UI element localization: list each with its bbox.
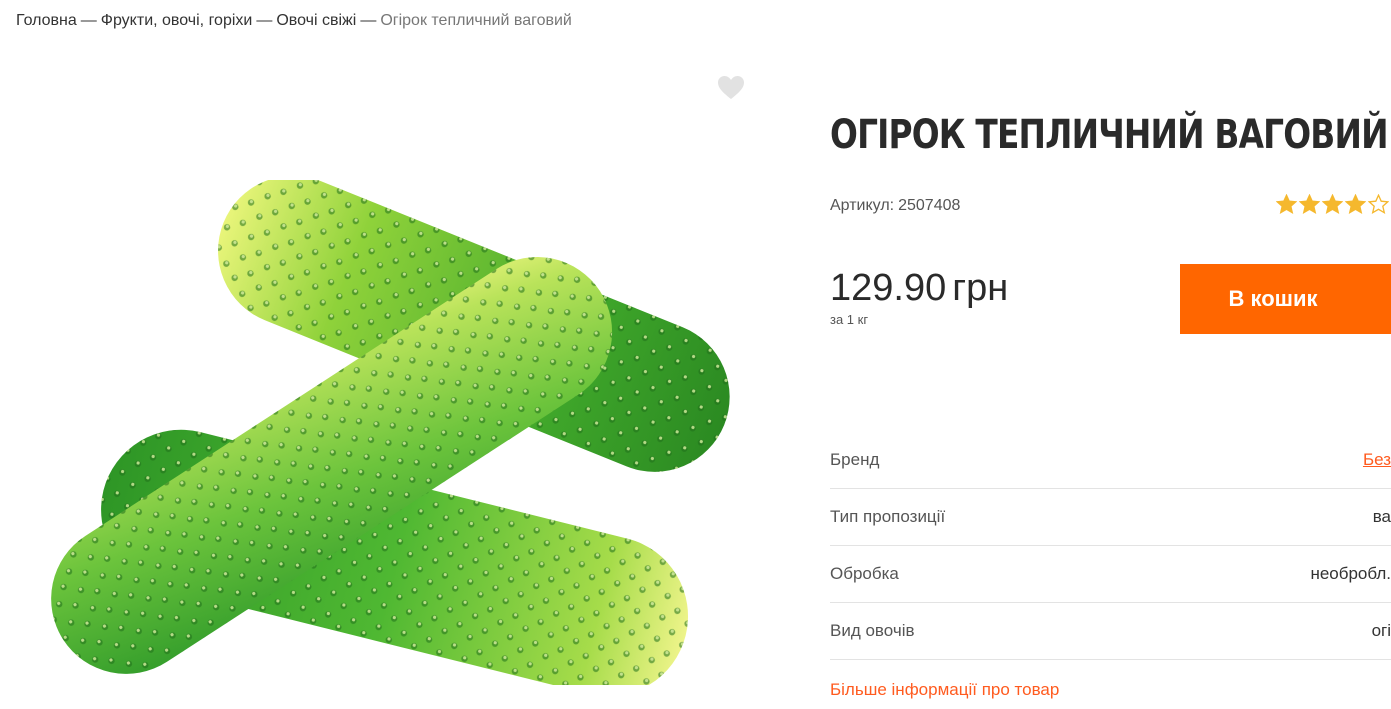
spec-key: Вид овочів (830, 621, 915, 640)
price-block: 129.90 грн за 1 кг (830, 267, 1008, 327)
more-info-link[interactable]: Більше інформації про товар (830, 680, 1059, 700)
breadcrumb-separator: — (360, 12, 377, 29)
spec-value: огі (1371, 621, 1391, 640)
spec-row-processing: Обробка необробл. (830, 546, 1391, 603)
price-currency: грн (952, 267, 1009, 309)
breadcrumb-subcategory[interactable]: Овочі свіжі (276, 12, 356, 29)
sku-label: Артикул: (830, 197, 895, 214)
price-value: 129.90 (830, 267, 947, 309)
star-icon[interactable] (1345, 194, 1366, 215)
spec-key: Обробка (830, 564, 899, 583)
spec-row-offer-type: Тип пропозиції ва (830, 489, 1391, 546)
product-image[interactable] (20, 180, 760, 685)
spec-key: Тип пропозиції (830, 507, 946, 526)
spec-value: ва (1372, 507, 1391, 526)
spec-row-vegetable-type: Вид овочів огі (830, 603, 1391, 660)
price-unit: за 1 кг (830, 312, 869, 327)
spec-row-brand: Бренд Без (830, 432, 1391, 489)
add-to-cart-button[interactable]: В кошик (1180, 264, 1391, 334)
sku-value: 2507408 (898, 197, 961, 214)
star-icon[interactable] (1299, 194, 1320, 215)
heart-icon[interactable] (717, 75, 745, 101)
star-icon[interactable] (1368, 194, 1389, 215)
product-title: Огірок тепличний ваговий (830, 112, 1389, 158)
breadcrumb-home[interactable]: Головна (16, 12, 77, 29)
spec-brand-link[interactable]: Без (1363, 450, 1391, 470)
rating[interactable] (1276, 194, 1389, 215)
specs-table: Бренд Без Тип пропозиції ва Обробка необ… (830, 432, 1391, 700)
breadcrumb-current: Огірок тепличний ваговий (380, 12, 572, 29)
star-icon[interactable] (1322, 194, 1343, 215)
breadcrumb-separator: — (256, 12, 273, 29)
spec-value: необробл. (1310, 564, 1391, 583)
breadcrumb-separator: — (80, 12, 97, 29)
star-icon[interactable] (1276, 194, 1297, 215)
breadcrumb-category[interactable]: Фрукти, овочі, горіхи (101, 12, 253, 29)
breadcrumb: Головна — Фрукти, овочі, горіхи — Овочі свіж… (16, 12, 572, 30)
sku: Артикул: 2507408 (830, 197, 960, 215)
price: 129.90 грн (830, 267, 1008, 310)
spec-key: Бренд (830, 450, 880, 469)
